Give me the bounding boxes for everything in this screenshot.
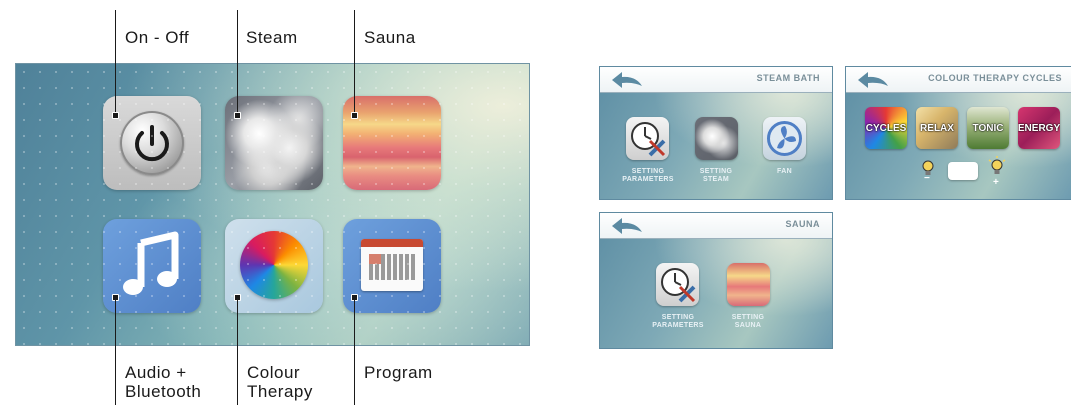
bulb-bright-icon[interactable] xyxy=(986,155,1008,179)
brightness-indicator xyxy=(948,162,978,180)
steam-leader xyxy=(237,10,238,114)
label-colour-line1: Colour xyxy=(247,363,301,382)
main-screen xyxy=(15,63,530,346)
back-arrow-icon[interactable] xyxy=(608,70,648,90)
calendar-icon xyxy=(361,239,423,291)
program-leader xyxy=(354,298,355,405)
relax-button[interactable]: RELAX xyxy=(916,107,958,149)
relax-label: RELAX xyxy=(920,122,954,134)
setting-parameters-button[interactable] xyxy=(626,117,669,160)
sauna-button[interactable] xyxy=(343,96,441,190)
colour-wheel-icon xyxy=(240,231,308,299)
brightness-minus: − xyxy=(924,173,930,184)
sauna-header: SAUNA xyxy=(600,213,832,239)
on-off-leader xyxy=(115,10,116,114)
brightness-plus: + xyxy=(993,177,999,188)
label-on-off: On - Off xyxy=(125,28,190,47)
label-audio-line1: Audio + xyxy=(125,363,187,382)
sauna-screen: SAUNA SETTING PARAMETERS SETTING SAUNA xyxy=(599,212,833,349)
tonic-button[interactable]: TONIC xyxy=(967,107,1009,149)
colour-therapy-header: COLOUR THERAPY CYCLES xyxy=(846,67,1071,93)
back-arrow-icon[interactable] xyxy=(854,70,894,90)
energy-button[interactable]: ENERGY xyxy=(1018,107,1060,149)
cycles-button[interactable]: CYCLES xyxy=(865,107,907,149)
colour-therapy-screen: COLOUR THERAPY CYCLES CYCLES RELAX TONIC… xyxy=(845,66,1071,200)
label-program: Program xyxy=(364,363,433,382)
setting-sauna-caption: SETTING SAUNA xyxy=(731,314,765,329)
clock-tools-icon xyxy=(631,122,666,157)
fan-caption: FAN xyxy=(777,168,792,175)
steam-bath-screen: STEAM BATH SETTING PARAMETERS SETTING ST… xyxy=(599,66,833,200)
steam-pin xyxy=(234,112,241,119)
steam-button[interactable] xyxy=(225,96,323,190)
setting-steam-button[interactable] xyxy=(695,117,738,160)
clock-tools-icon xyxy=(661,268,696,303)
on-off-button[interactable] xyxy=(103,96,201,190)
colour-therapy-title: COLOUR THERAPY CYCLES xyxy=(928,73,1062,83)
sauna-setting-parameters-caption: SETTING PARAMETERS xyxy=(652,314,704,329)
label-audio-line2: Bluetooth xyxy=(125,382,202,401)
steam-bath-header: STEAM BATH xyxy=(600,67,832,93)
energy-label: ENERGY xyxy=(1018,122,1060,134)
label-colour-line2: Therapy xyxy=(247,382,313,401)
colour-leader xyxy=(237,298,238,405)
sauna-leader xyxy=(354,10,355,114)
steam-setting-parameters-caption: SETTING PARAMETERS xyxy=(622,168,674,183)
fan-button[interactable] xyxy=(763,117,806,160)
sauna-setting-parameters-button[interactable] xyxy=(656,263,699,306)
label-steam: Steam xyxy=(246,28,298,47)
audio-leader xyxy=(115,298,116,405)
setting-steam-caption: SETTING STEAM xyxy=(699,168,733,183)
on-off-pin xyxy=(112,112,119,119)
label-sauna: Sauna xyxy=(364,28,416,47)
back-arrow-icon[interactable] xyxy=(608,216,648,236)
fan-icon xyxy=(767,121,802,156)
sauna-pin xyxy=(351,112,358,119)
power-icon xyxy=(120,111,184,175)
sauna-title: SAUNA xyxy=(785,219,820,229)
setting-sauna-button[interactable] xyxy=(727,263,770,306)
tonic-label: TONIC xyxy=(972,122,1004,134)
steam-bath-title: STEAM BATH xyxy=(756,73,820,83)
cycles-label: CYCLES xyxy=(865,122,907,134)
